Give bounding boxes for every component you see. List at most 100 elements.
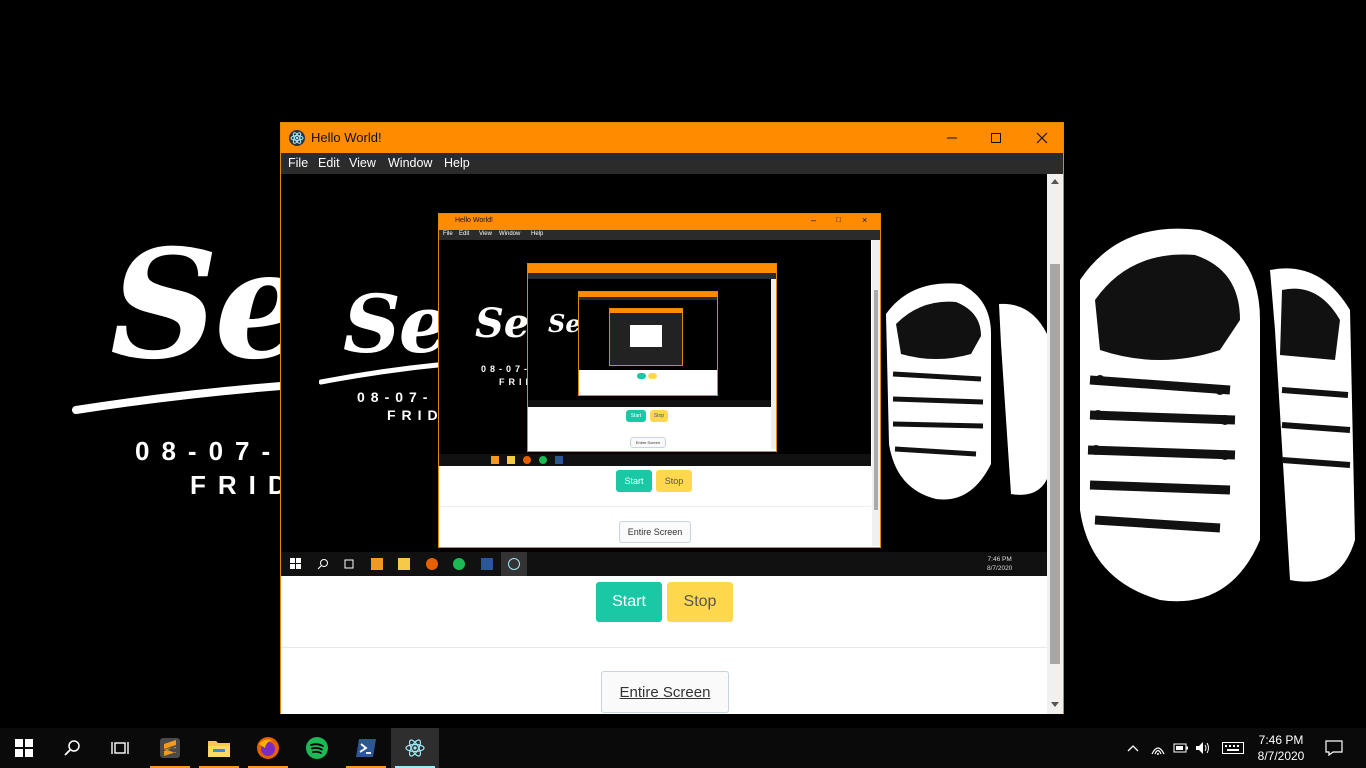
preview-electron-button	[501, 552, 527, 576]
nested-menu-edit: Edit	[459, 231, 470, 237]
preview-taskview-icon	[344, 559, 354, 569]
clock-time: 7:46 PM	[1258, 733, 1304, 747]
nested-capture-preview-3	[579, 300, 717, 370]
minimize-button[interactable]	[929, 123, 975, 153]
search-icon	[64, 740, 80, 756]
entire-screen-button[interactable]: Entire Screen	[601, 671, 729, 713]
app-window: Hello World! File Edit View Window Help …	[280, 122, 1064, 714]
keyboard-icon[interactable]	[1222, 740, 1244, 756]
battery-icon[interactable]	[1173, 740, 1189, 756]
nested-scrollbar	[872, 240, 880, 546]
nested-menu-help: Help	[531, 231, 544, 237]
nested-entire-screen-button-2: Entire Screen	[630, 437, 666, 448]
close-icon	[1036, 132, 1048, 144]
nested-taskbar-firefox-icon	[523, 456, 531, 464]
sublime-text-icon	[160, 738, 180, 758]
taskbar-explorer-button[interactable]	[195, 728, 243, 768]
preview-search-icon	[317, 559, 328, 570]
nested-minimize-icon: –	[811, 215, 817, 225]
nested-scrollbar-2	[771, 279, 776, 449]
preview-wallpaper-day: FRID	[387, 407, 444, 423]
nested-stop-button-3	[648, 373, 657, 379]
menu-edit[interactable]: Edit	[318, 156, 340, 170]
nested-preview-content-4	[630, 325, 662, 347]
nested-preview-window-2: Se Start Stop Entire Screen	[527, 263, 777, 452]
nested-taskbar-powershell-icon	[555, 456, 563, 464]
taskbar-firefox-button[interactable]	[244, 728, 292, 768]
nested-preview-window-3	[578, 291, 718, 396]
wallpaper-date: 08-07-	[135, 436, 283, 466]
window-content: Se 08-07- FRID Hello World! – □ × File E…	[281, 174, 1049, 714]
start-button[interactable]: Start	[596, 582, 662, 622]
nested-wallpaper-date: 08-07-	[481, 364, 532, 374]
preview-taskbar: 7:46 PM 8/7/2020	[281, 552, 1049, 576]
nested-taskbar-2	[528, 400, 771, 407]
preview-powershell-icon	[481, 558, 493, 570]
preview-clock-time: 7:46 PM	[987, 556, 1012, 563]
scrollbar-thumb[interactable]	[1050, 264, 1060, 664]
preview-clock: 7:46 PM 8/7/2020	[987, 555, 1012, 573]
menu-help[interactable]: Help	[444, 156, 470, 170]
nested-capture-preview-2: Se	[528, 279, 771, 407]
clock-date: 8/7/2020	[1257, 749, 1305, 763]
file-explorer-icon	[208, 741, 230, 757]
nested-start-button-3	[637, 373, 646, 379]
window-titlebar[interactable]: Hello World!	[281, 123, 1063, 153]
menu-window[interactable]: Window	[388, 156, 432, 170]
nested-preview-window-4	[609, 308, 683, 366]
electron-icon	[405, 739, 425, 757]
preview-sublime-icon	[371, 558, 383, 570]
nested-window-title: Hello World!	[455, 217, 493, 224]
preview-windows-icon	[290, 558, 301, 569]
scroll-up-arrow-icon[interactable]	[1051, 179, 1059, 184]
nested-taskbar-sublime-icon	[491, 456, 499, 464]
volume-icon[interactable]	[1195, 740, 1211, 756]
notification-icon	[1325, 740, 1343, 756]
taskbar: 7:46 PM 8/7/2020	[0, 728, 1366, 768]
close-button[interactable]	[1019, 123, 1065, 153]
stop-button[interactable]: Stop	[667, 582, 733, 622]
firefox-icon	[257, 737, 279, 759]
nested-titlebar-4	[610, 309, 682, 313]
search-button[interactable]	[48, 728, 96, 768]
network-icon[interactable]	[1150, 740, 1166, 756]
window-title: Hello World!	[311, 130, 382, 145]
nested-wallpaper-title-2: Se	[548, 309, 581, 338]
nested-taskbar	[439, 454, 871, 466]
wallpaper-swoosh	[72, 380, 312, 414]
nested-menu-window: Window	[499, 231, 521, 237]
nested-menu-view: View	[479, 231, 492, 237]
preview-wallpaper-swoosh	[319, 362, 449, 385]
task-view-button[interactable]	[96, 728, 144, 768]
menu-view[interactable]: View	[349, 156, 376, 170]
taskbar-spotify-button[interactable]	[293, 728, 341, 768]
menu-bar: File Edit View Window Help	[281, 153, 1063, 174]
nested-taskbar-spotify-icon	[539, 456, 547, 464]
maximize-button[interactable]	[973, 123, 1019, 153]
preview-sneaker-image	[886, 283, 1049, 500]
system-clock[interactable]: 7:46 PM 8/7/2020	[1252, 732, 1310, 764]
nested-maximize-icon: □	[836, 215, 841, 224]
action-center-button[interactable]	[1324, 740, 1344, 756]
scroll-down-arrow-icon[interactable]	[1051, 702, 1059, 707]
menu-file[interactable]: File	[288, 156, 308, 170]
taskbar-electron-button[interactable]	[391, 728, 439, 768]
start-menu-button[interactable]	[0, 728, 48, 768]
nested-preview-window: Hello World! – □ × File Edit View Window…	[438, 213, 881, 548]
nested-titlebar: Hello World! – □ ×	[439, 214, 880, 230]
nested-menu-bar: File Edit View Window Help	[439, 230, 880, 240]
sneaker-image	[1080, 228, 1355, 602]
nested-scrollbar-thumb	[874, 290, 878, 510]
nested-divider	[439, 506, 871, 507]
taskbar-sublime-button[interactable]	[146, 728, 194, 768]
nested-stop-button: Stop	[656, 470, 692, 492]
taskbar-powershell-button[interactable]	[342, 728, 390, 768]
preview-spotify-icon	[453, 558, 465, 570]
nested-entire-screen-button: Entire Screen	[619, 521, 691, 543]
preview-firefox-icon	[426, 558, 438, 570]
vertical-scrollbar[interactable]	[1047, 174, 1063, 714]
nested-stop-button-2: Stop	[650, 410, 668, 422]
tray-overflow-chevron-icon[interactable]	[1125, 740, 1141, 756]
spotify-icon	[306, 737, 328, 759]
content-divider	[281, 647, 1049, 648]
